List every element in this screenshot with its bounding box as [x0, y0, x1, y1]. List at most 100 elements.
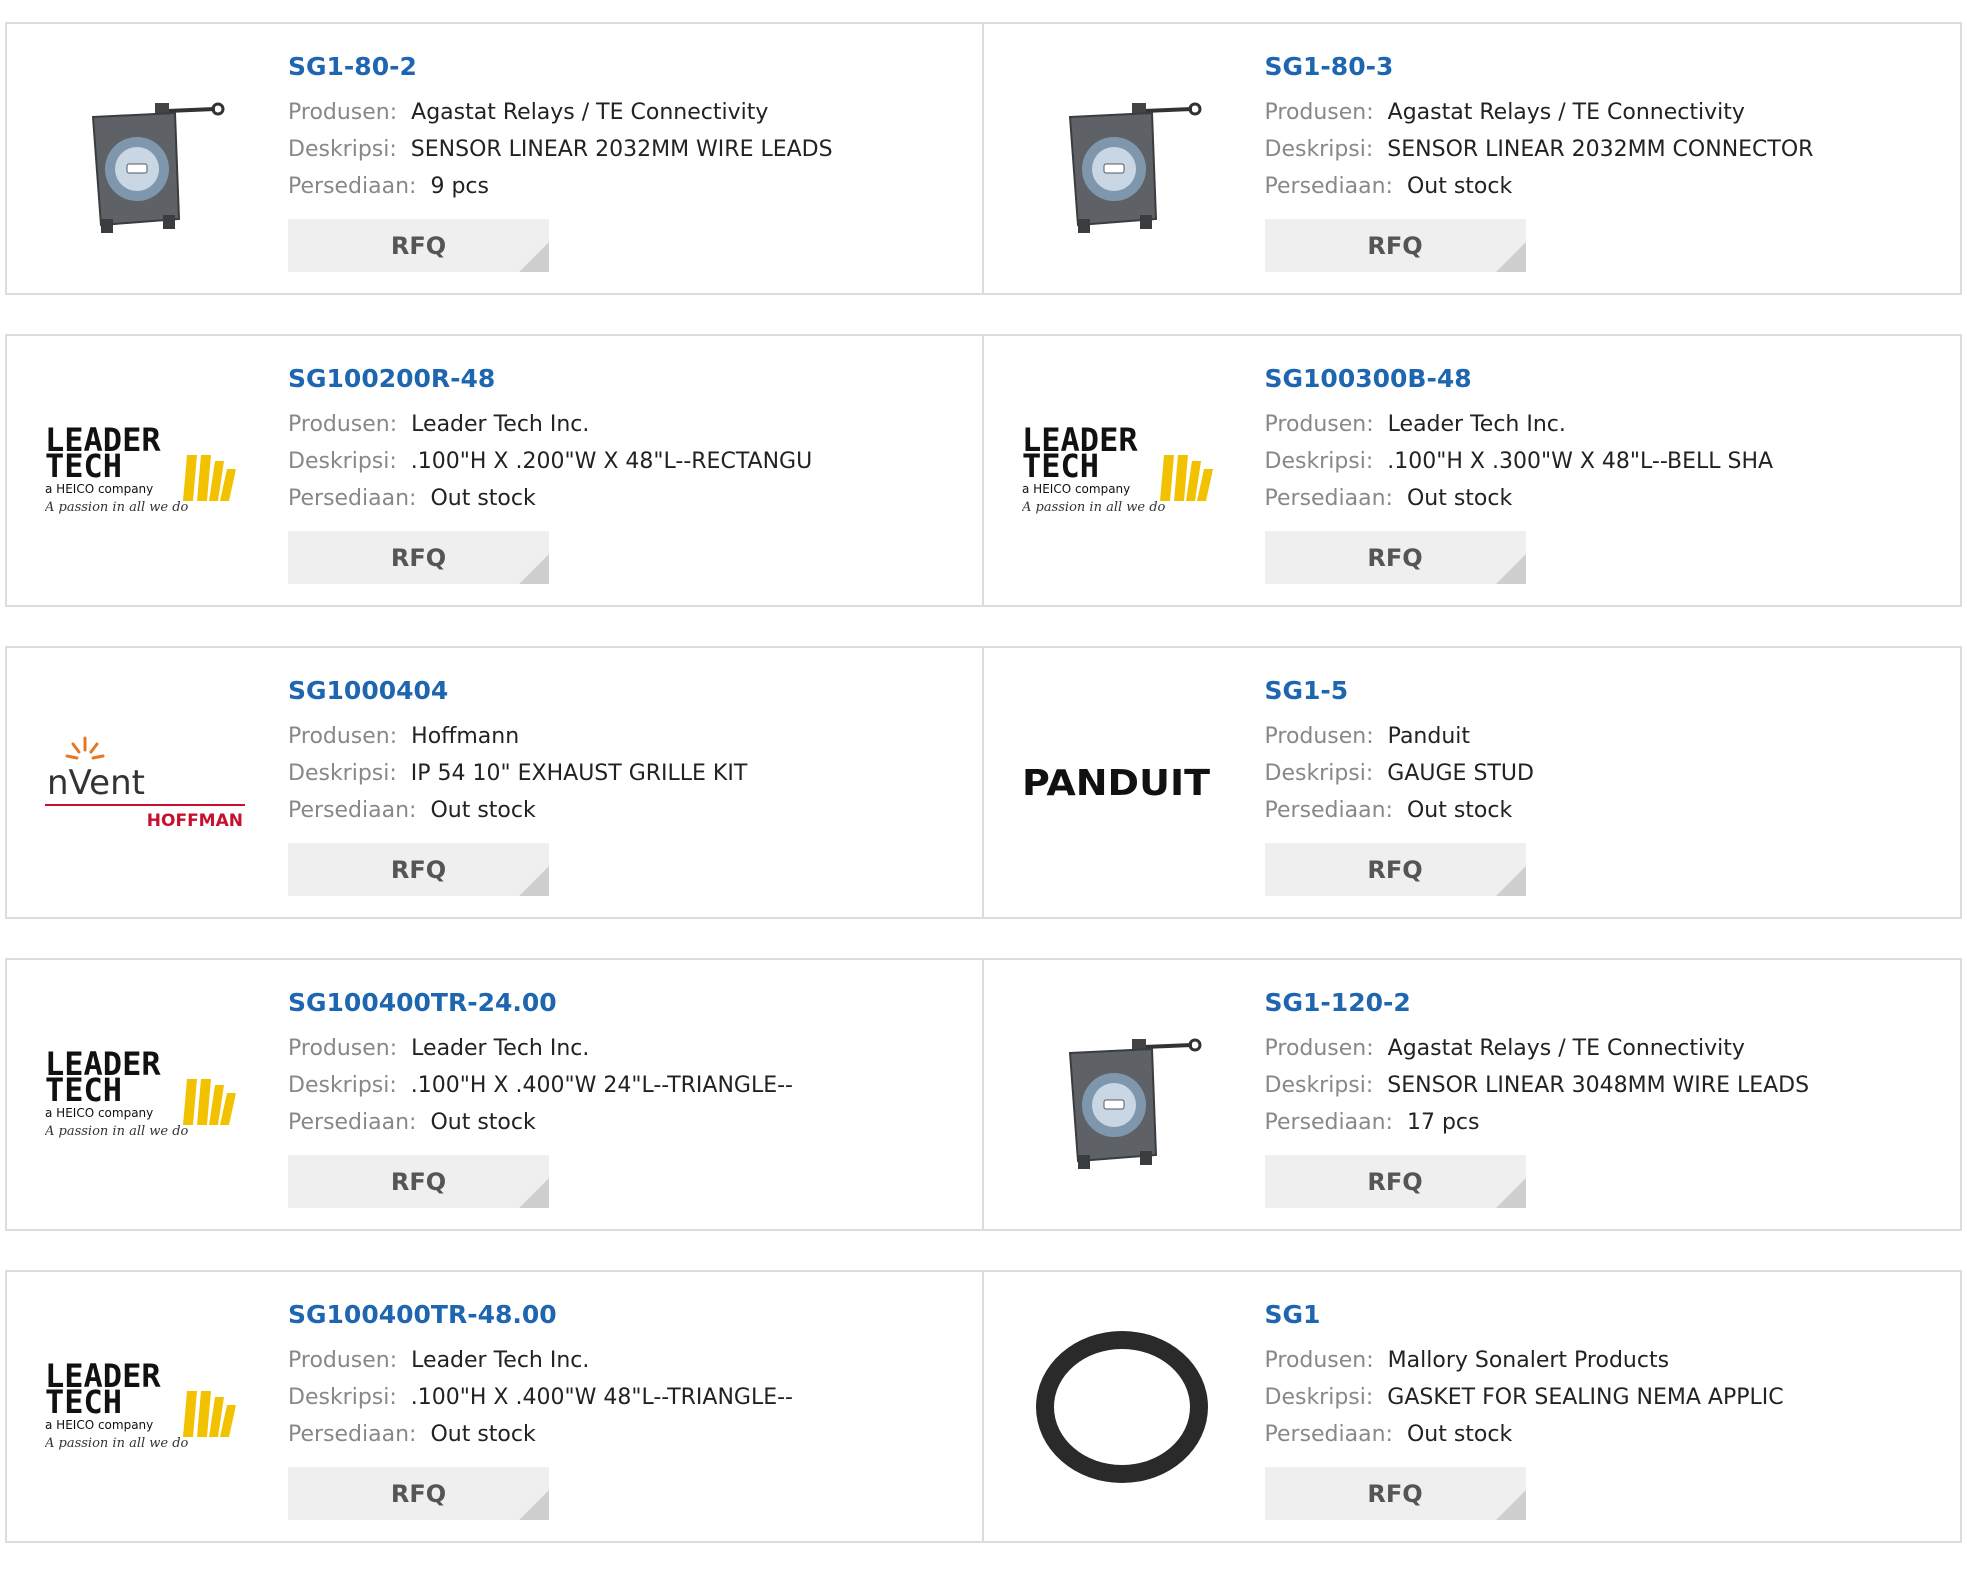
product-row: nVent HOFFMAN SG1000404 Produsen: Hoffmann De… — [5, 646, 1962, 919]
stock-value: Out stock — [430, 1422, 536, 1447]
stock-label: Persediaan: — [288, 798, 417, 823]
product-name-link[interactable]: SG100400TR-48.00 — [288, 1298, 962, 1332]
rfq-button[interactable]: RFQ — [288, 531, 549, 584]
stock-label: Persediaan: — [1264, 486, 1393, 511]
rfq-label: RFQ — [1367, 855, 1423, 884]
rfq-button[interactable]: RFQ — [288, 843, 549, 896]
description-value: .100"H X .400"W 48"L--TRIANGLE-- — [410, 1385, 793, 1410]
product-image[interactable]: PANDUIT — [1022, 683, 1222, 883]
product-image[interactable] — [1022, 995, 1222, 1195]
description-value: GAUGE STUD — [1387, 761, 1534, 786]
product-name-link[interactable]: SG100400TR-24.00 — [288, 986, 962, 1020]
stock-value: Out stock — [1406, 1422, 1513, 1447]
product-name-link[interactable]: SG1-120-2 — [1265, 986, 1941, 1020]
logo-hoffman: HOFFMAN — [147, 811, 243, 831]
stock-row: Persediaan: Out stock — [1265, 792, 1941, 829]
nvent-hoffman-logo: nVentHOFFMAN — [45, 736, 245, 831]
manufacturer-label: Produsen: — [288, 1036, 398, 1061]
stock-row: Persediaan: 17 pcs — [1265, 1104, 1941, 1141]
manufacturer-row: Produsen: Agastat Relays / TE Connectivit… — [1265, 1030, 1941, 1067]
logo-sub: a HEICO company — [45, 1418, 153, 1432]
rfq-button[interactable]: RFQ — [1264, 1467, 1526, 1520]
product-card: PANDUIT SG1-5 Produsen: Panduit Deskripsi: GA… — [983, 646, 1962, 919]
gasket-ring-image — [1035, 1331, 1208, 1483]
product-grid: SG1-80-2 Produsen: Agastat Relays / TE Con… — [5, 22, 1962, 1582]
stock-label: Persediaan: — [288, 486, 417, 511]
stock-row: Persediaan: Out stock — [288, 1416, 962, 1453]
manufacturer-label: Produsen: — [1264, 412, 1374, 437]
manufacturer-label: Produsen: — [288, 724, 398, 749]
product-image[interactable]: LEADER TECH a HEICO company A passion in al… — [1022, 371, 1222, 571]
product-info: SG100400TR-24.00 Produsen: Leader Tech Inc… — [288, 986, 962, 1208]
product-name-link[interactable]: SG100300B-48 — [1265, 362, 1941, 396]
rfq-label: RFQ — [390, 543, 447, 572]
description-row: Deskripsi: SENSOR LINEAR 3048MM WIRE LEAD… — [1265, 1067, 1941, 1104]
product-name-link[interactable]: SG1 — [1265, 1298, 1941, 1332]
manufacturer-row: Produsen: Mallory Sonalert Products — [1265, 1342, 1941, 1379]
logo-text-line2: TECH — [45, 1383, 122, 1421]
rfq-label: RFQ — [1367, 231, 1423, 260]
rfq-button[interactable]: RFQ — [1264, 843, 1526, 896]
product-name-link[interactable]: SG1-5 — [1265, 674, 1941, 708]
description-label: Deskripsi: — [288, 1385, 397, 1410]
rfq-button[interactable]: RFQ — [288, 219, 549, 272]
product-info: SG1 Produsen: Mallory Sonalert Products Des… — [1264, 1298, 1941, 1520]
product-info: SG1-120-2 Produsen: Agastat Relays / TE Co… — [1264, 986, 1941, 1208]
leadertech-logo: LEADERTECHa HEICO companyA passion in al… — [45, 1357, 236, 1451]
description-row: Deskripsi: IP 54 10" EXHAUST GRILLE KIT — [288, 755, 962, 792]
description-value: SENSOR LINEAR 3048MM WIRE LEADS — [1387, 1073, 1810, 1098]
logo-nvent: nVent — [47, 763, 145, 803]
logo-panduit: PANDUIT — [1022, 763, 1210, 804]
rfq-button[interactable]: RFQ — [288, 1155, 549, 1208]
description-label: Deskripsi: — [288, 761, 397, 786]
stock-value: Out stock — [1406, 174, 1513, 199]
product-image[interactable] — [1022, 1307, 1222, 1507]
product-name-link[interactable]: SG1000404 — [288, 674, 962, 708]
manufacturer-value: Leader Tech Inc. — [411, 1036, 590, 1061]
product-name-link[interactable]: SG100200R-48 — [288, 362, 962, 396]
heico-stripes — [183, 1391, 236, 1437]
description-value: SENSOR LINEAR 2032MM WIRE LEADS — [410, 137, 833, 162]
rfq-button[interactable]: RFQ — [1264, 1155, 1526, 1208]
heico-stripes — [1159, 455, 1213, 501]
logo-sub: a HEICO company — [45, 482, 153, 496]
rfq-label: RFQ — [390, 231, 447, 260]
rfq-label: RFQ — [1367, 543, 1423, 572]
stock-row: Persediaan: Out stock — [288, 792, 962, 829]
logo-text-line2: TECH — [45, 1071, 122, 1109]
product-name-link[interactable]: SG1-80-3 — [1265, 50, 1941, 84]
manufacturer-row: Produsen: Leader Tech Inc. — [288, 406, 962, 443]
rfq-button[interactable]: RFQ — [1264, 531, 1526, 584]
stock-value: 9 pcs — [430, 174, 489, 199]
corner-fold-icon — [519, 554, 549, 584]
manufacturer-row: Produsen: Hoffmann — [288, 718, 962, 755]
panduit-logo: PANDUIT — [1022, 763, 1210, 804]
product-image[interactable] — [45, 59, 245, 259]
corner-fold-icon — [1495, 554, 1526, 584]
description-label: Deskripsi: — [1264, 137, 1374, 162]
description-row: Deskripsi: SENSOR LINEAR 2032MM CONNECTOR — [1265, 131, 1941, 168]
description-value: SENSOR LINEAR 2032MM CONNECTOR — [1387, 137, 1814, 162]
rfq-button[interactable]: RFQ — [1264, 219, 1526, 272]
stock-label: Persediaan: — [1264, 1422, 1393, 1447]
product-info: SG1000404 Produsen: Hoffmann Deskripsi: IP 5… — [288, 674, 962, 896]
product-info: SG100300B-48 Produsen: Leader Tech Inc. Des… — [1264, 362, 1941, 584]
rfq-button[interactable]: RFQ — [288, 1467, 549, 1520]
stock-value: Out stock — [430, 486, 536, 511]
logo-sub: a HEICO company — [45, 1106, 153, 1120]
product-image[interactable] — [1022, 59, 1222, 259]
product-name-link[interactable]: SG1-80-2 — [288, 50, 962, 84]
description-row: Deskripsi: .100"H X .400"W 48"L--TRIANGLE… — [288, 1379, 962, 1416]
manufacturer-value: Mallory Sonalert Products — [1387, 1348, 1670, 1373]
product-image[interactable]: LEADER TECH a HEICO company A passion in al… — [45, 1307, 245, 1507]
product-image[interactable]: LEADER TECH a HEICO company A passion in al… — [45, 995, 245, 1195]
rfq-label: RFQ — [390, 1167, 447, 1196]
manufacturer-row: Produsen: Leader Tech Inc. — [1265, 406, 1941, 443]
product-image[interactable]: LEADER TECH a HEICO company A passion in al… — [45, 371, 245, 571]
description-value: .100"H X .400"W 24"L--TRIANGLE-- — [410, 1073, 793, 1098]
description-label: Deskripsi: — [1264, 1385, 1374, 1410]
manufacturer-row: Produsen: Panduit — [1265, 718, 1941, 755]
description-row: Deskripsi: GASKET FOR SEALING NEMA APPLIC — [1265, 1379, 1941, 1416]
product-info: SG100400TR-48.00 Produsen: Leader Tech Inc… — [288, 1298, 962, 1520]
product-image[interactable]: nVent HOFFMAN — [45, 683, 245, 883]
